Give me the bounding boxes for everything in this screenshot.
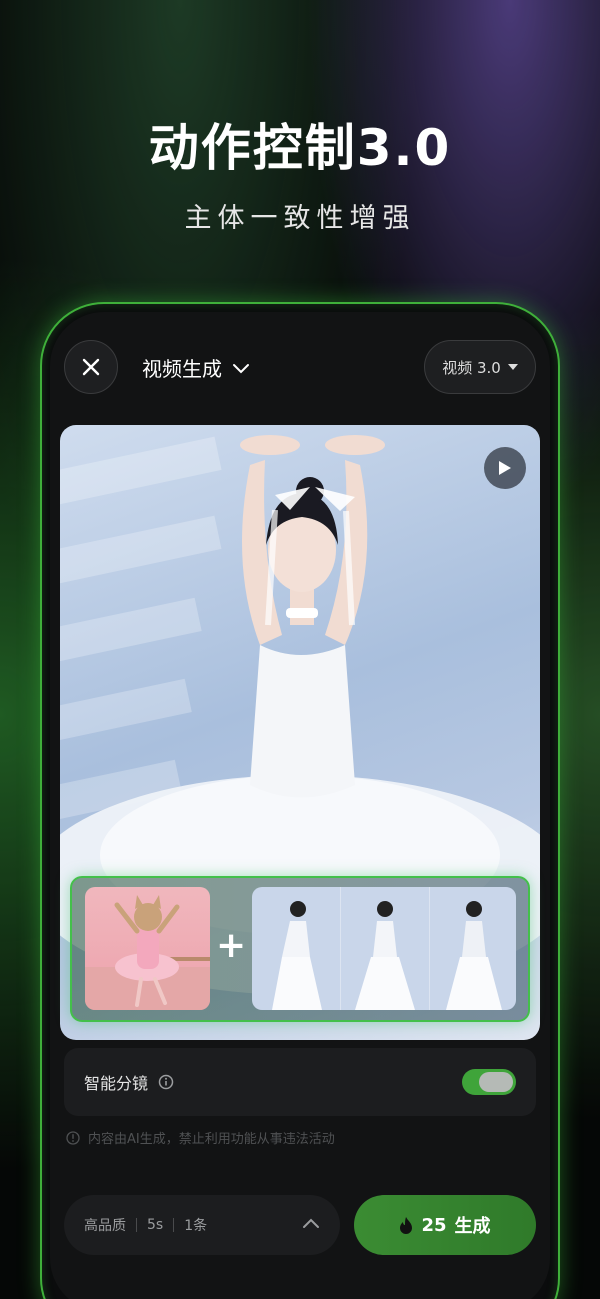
close-icon <box>82 358 100 376</box>
divider <box>136 1218 137 1232</box>
toggle-knob <box>479 1072 513 1092</box>
version-label: 视频 3.0 <box>442 358 501 377</box>
motion-reference-thumbnail[interactable] <box>85 887 210 1010</box>
close-button[interactable] <box>64 340 118 394</box>
mode-selector[interactable]: 视频生成 <box>142 353 250 382</box>
smart-shot-label: 智能分镜 <box>84 1074 149 1093</box>
flame-icon <box>400 1216 413 1234</box>
chevron-up-icon <box>303 1218 319 1228</box>
subject-frame <box>252 887 341 1010</box>
info-icon[interactable] <box>158 1074 174 1090</box>
generate-label: 生成 <box>454 1216 491 1237</box>
quality-label: 高品质 <box>84 1218 126 1234</box>
disclaimer-text: 内容由AI生成，禁止利用功能从事违法活动 <box>88 1132 335 1147</box>
play-button[interactable] <box>484 447 526 489</box>
subject-reference-strip[interactable] <box>252 887 516 1010</box>
subject-frame <box>341 887 430 1010</box>
duration-label: 5s <box>147 1217 164 1233</box>
smart-shot-toggle[interactable] <box>462 1069 516 1095</box>
credit-cost: 25 <box>421 1214 447 1236</box>
play-icon <box>499 461 511 475</box>
subject-frame <box>430 887 516 1010</box>
cat-ballerina-image <box>85 895 210 1010</box>
divider <box>173 1218 175 1232</box>
promo-subline: 主体一致性增强 <box>184 203 416 234</box>
generation-settings[interactable]: 高品质 5s 1条 <box>64 1195 340 1255</box>
mode-title: 视频生成 <box>142 357 222 381</box>
generate-button[interactable]: 25 生成 <box>354 1195 536 1255</box>
count-label: 1条 <box>184 1218 208 1234</box>
smart-shot-row: 智能分镜 <box>64 1048 536 1116</box>
warning-icon <box>66 1130 80 1145</box>
version-selector[interactable]: 视频 3.0 <box>424 340 536 394</box>
promo-headline: 动作控制3.0 <box>148 119 452 177</box>
caret-down-icon <box>507 364 518 370</box>
plus-sign: + <box>216 925 247 966</box>
chevron-down-icon <box>233 363 249 373</box>
ai-disclaimer: 内容由AI生成，禁止利用功能从事违法活动 <box>66 1128 335 1147</box>
